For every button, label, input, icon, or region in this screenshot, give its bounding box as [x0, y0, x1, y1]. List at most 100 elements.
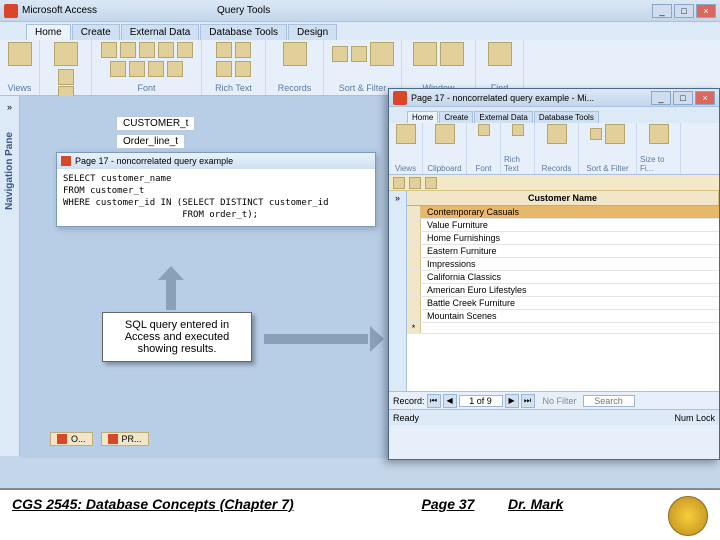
font-color-icon[interactable]: [148, 61, 164, 77]
r-size-icon[interactable]: [649, 124, 669, 144]
rt-icon2[interactable]: [235, 42, 251, 58]
col-customer-name[interactable]: Customer Name: [407, 191, 719, 205]
sql-window: Page 17 - noncorrelated query example SE…: [56, 152, 376, 227]
access-icon: [393, 91, 407, 105]
bottom-tab-pr[interactable]: PR...: [101, 432, 149, 446]
order-table-label[interactable]: Order_line_t: [116, 134, 185, 149]
result-grid[interactable]: Customer Name Contemporary Casuals Value…: [407, 191, 719, 391]
record-position[interactable]: [459, 395, 503, 407]
row-3[interactable]: Eastern Furniture: [421, 245, 719, 257]
row-7[interactable]: Battle Creek Furniture: [421, 297, 719, 309]
main-title-bar: Microsoft Access Query Tools _ □ ×: [0, 0, 720, 22]
tab-design[interactable]: Design: [288, 24, 337, 40]
sql-text[interactable]: SELECT customer_name FROM customer_t WHE…: [57, 169, 375, 226]
arrow-up-icon: [158, 266, 184, 310]
row-4[interactable]: Impressions: [421, 258, 719, 270]
minimize-button[interactable]: _: [652, 4, 672, 18]
quick-access-toolbar: [389, 175, 719, 191]
result-tab-create[interactable]: Create: [439, 111, 473, 123]
result-tab-external[interactable]: External Data: [474, 111, 532, 123]
underline-icon[interactable]: [139, 42, 155, 58]
page-label: Page 37: [388, 496, 508, 512]
filter-status: No Filter: [543, 396, 577, 406]
result-min-button[interactable]: _: [651, 91, 671, 105]
size-fit-icon[interactable]: [413, 42, 437, 66]
row-0[interactable]: Contemporary Casuals: [421, 206, 719, 218]
table-icon: [108, 434, 118, 444]
paste-icon[interactable]: [54, 42, 78, 66]
result-close-button[interactable]: ×: [695, 91, 715, 105]
result-nav-pane[interactable]: »: [389, 191, 407, 391]
search-input[interactable]: [583, 395, 635, 407]
callout-box: SQL query entered in Access and executed…: [102, 312, 252, 362]
r-rt-icon[interactable]: [512, 124, 524, 136]
row-5[interactable]: California Classics: [421, 271, 719, 283]
rt-icon1[interactable]: [216, 42, 232, 58]
result-ribbon: Views Clipboard Font Rich Text Records S…: [389, 123, 719, 175]
result-window: Page 17 - noncorrelated query example - …: [388, 88, 720, 460]
group-font: Font: [137, 83, 155, 93]
fill-icon[interactable]: [129, 61, 145, 77]
r-paste-icon[interactable]: [435, 124, 455, 144]
last-record-button[interactable]: ⏭: [521, 394, 535, 408]
tab-database-tools[interactable]: Database Tools: [200, 24, 287, 40]
close-button[interactable]: ×: [696, 4, 716, 18]
first-record-button[interactable]: ⏮: [427, 394, 441, 408]
sql-window-title: Page 17 - noncorrelated query example: [75, 156, 233, 166]
italic-icon[interactable]: [120, 42, 136, 58]
result-tab-dbtools[interactable]: Database Tools: [534, 111, 599, 123]
r-font-icon[interactable]: [478, 124, 490, 136]
switch-windows-icon[interactable]: [440, 42, 464, 66]
ucf-logo-icon: [668, 496, 708, 536]
rt-icon3[interactable]: [216, 61, 232, 77]
sort-asc-icon[interactable]: [332, 46, 348, 62]
save-icon[interactable]: [393, 177, 405, 189]
align-center-icon[interactable]: [177, 42, 193, 58]
records-icon[interactable]: [283, 42, 307, 66]
find-icon[interactable]: [488, 42, 512, 66]
table-icon: [57, 434, 67, 444]
tab-external-data[interactable]: External Data: [121, 24, 200, 40]
next-record-button[interactable]: ▶: [505, 394, 519, 408]
nav-pane-label: Navigation Pane: [4, 132, 15, 210]
row-1[interactable]: Value Furniture: [421, 219, 719, 231]
r-records-icon[interactable]: [547, 124, 567, 144]
workspace: CUSTOMER_t Order_line_t Page 17 - noncor…: [20, 96, 720, 458]
row-new[interactable]: [421, 323, 719, 333]
tab-home[interactable]: Home: [26, 24, 71, 40]
r-filter-icon[interactable]: [605, 124, 625, 144]
bold-icon[interactable]: [101, 42, 117, 58]
gridlines-icon[interactable]: [167, 61, 183, 77]
align-left-icon[interactable]: [158, 42, 174, 58]
context-title: Query Tools: [217, 5, 270, 16]
row-2[interactable]: Home Furnishings: [421, 232, 719, 244]
rt-icon4[interactable]: [235, 61, 251, 77]
result-status-bar: Ready Num Lock: [389, 409, 719, 425]
row-6[interactable]: American Euro Lifestyles: [421, 284, 719, 296]
result-max-button[interactable]: □: [673, 91, 693, 105]
result-title: Page 17 - noncorrelated query example - …: [411, 93, 594, 103]
arrow-right-icon: [264, 326, 384, 352]
maximize-button[interactable]: □: [674, 4, 694, 18]
undo-icon[interactable]: [409, 177, 421, 189]
align-right-icon[interactable]: [110, 61, 126, 77]
access-icon: [4, 4, 18, 18]
customer-table-label[interactable]: CUSTOMER_t: [116, 116, 195, 131]
redo-icon[interactable]: [425, 177, 437, 189]
cut-icon[interactable]: [58, 69, 74, 85]
view-icon[interactable]: [8, 42, 32, 66]
navigation-pane[interactable]: » Navigation Pane: [0, 96, 20, 456]
tab-create[interactable]: Create: [72, 24, 120, 40]
prev-record-button[interactable]: ◀: [443, 394, 457, 408]
record-navigator: Record: ⏮ ◀ ▶ ⏭ No Filter: [389, 391, 719, 409]
r-view-icon[interactable]: [396, 124, 416, 144]
sort-desc-icon[interactable]: [351, 46, 367, 62]
row-8[interactable]: Mountain Scenes: [421, 310, 719, 322]
result-title-bar: Page 17 - noncorrelated query example - …: [389, 89, 719, 107]
bottom-tab-o[interactable]: O...: [50, 432, 93, 446]
r-sort-icon[interactable]: [590, 128, 602, 140]
result-tab-home[interactable]: Home: [407, 111, 438, 123]
sql-window-header[interactable]: Page 17 - noncorrelated query example: [57, 153, 375, 169]
filter-icon[interactable]: [370, 42, 394, 66]
app-title: Microsoft Access: [22, 5, 97, 16]
